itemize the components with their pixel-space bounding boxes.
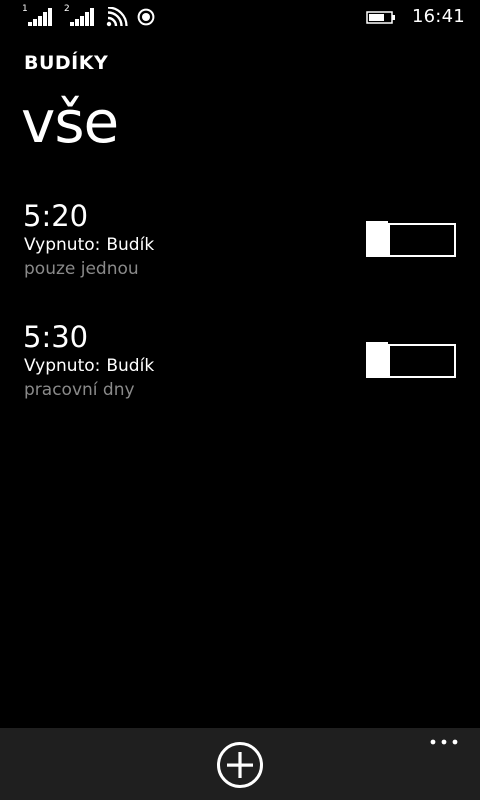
app-bar	[0, 728, 480, 800]
alarm-repeat: pouze jednou	[24, 259, 139, 279]
sim1-label: 1	[22, 4, 28, 14]
alarm-item[interactable]: 5:30 Vypnuto: Budík pracovní dny	[0, 320, 480, 430]
status-clock: 16:41	[412, 6, 465, 27]
more-icon[interactable]	[426, 734, 462, 750]
toggle-track	[388, 344, 456, 378]
alarm-toggle[interactable]	[366, 342, 456, 378]
alarm-item[interactable]: 5:20 Vypnuto: Budík pouze jednou	[0, 199, 480, 309]
alarm-name: Budík	[106, 356, 155, 376]
alarm-name: Budík	[106, 235, 155, 255]
alarm-state-label: Vypnuto:	[24, 356, 101, 376]
add-alarm-button[interactable]	[216, 741, 264, 789]
app-title: BUDÍKY	[24, 52, 109, 74]
alarm-toggle[interactable]	[366, 221, 456, 257]
battery-icon	[366, 11, 395, 24]
wifi-icon	[106, 7, 128, 27]
signal-sim1-icon: 1	[22, 4, 56, 28]
sim2-label: 2	[64, 4, 70, 14]
status-bar: 1 2 16:41	[0, 0, 480, 34]
alarm-time: 5:20	[23, 199, 89, 233]
alarm-status: Vypnuto: Budík	[24, 235, 154, 255]
location-icon	[137, 8, 155, 26]
signal-sim2-icon: 2	[64, 4, 98, 28]
alarm-time: 5:30	[23, 320, 89, 354]
add-icon	[217, 742, 263, 788]
alarm-status: Vypnuto: Budík	[24, 356, 154, 376]
toggle-thumb	[366, 342, 388, 378]
toggle-thumb	[366, 221, 388, 257]
alarm-repeat: pracovní dny	[24, 380, 135, 400]
alarm-state-label: Vypnuto:	[24, 235, 101, 255]
pivot-header-all[interactable]: vše	[21, 88, 119, 156]
toggle-track	[388, 223, 456, 257]
